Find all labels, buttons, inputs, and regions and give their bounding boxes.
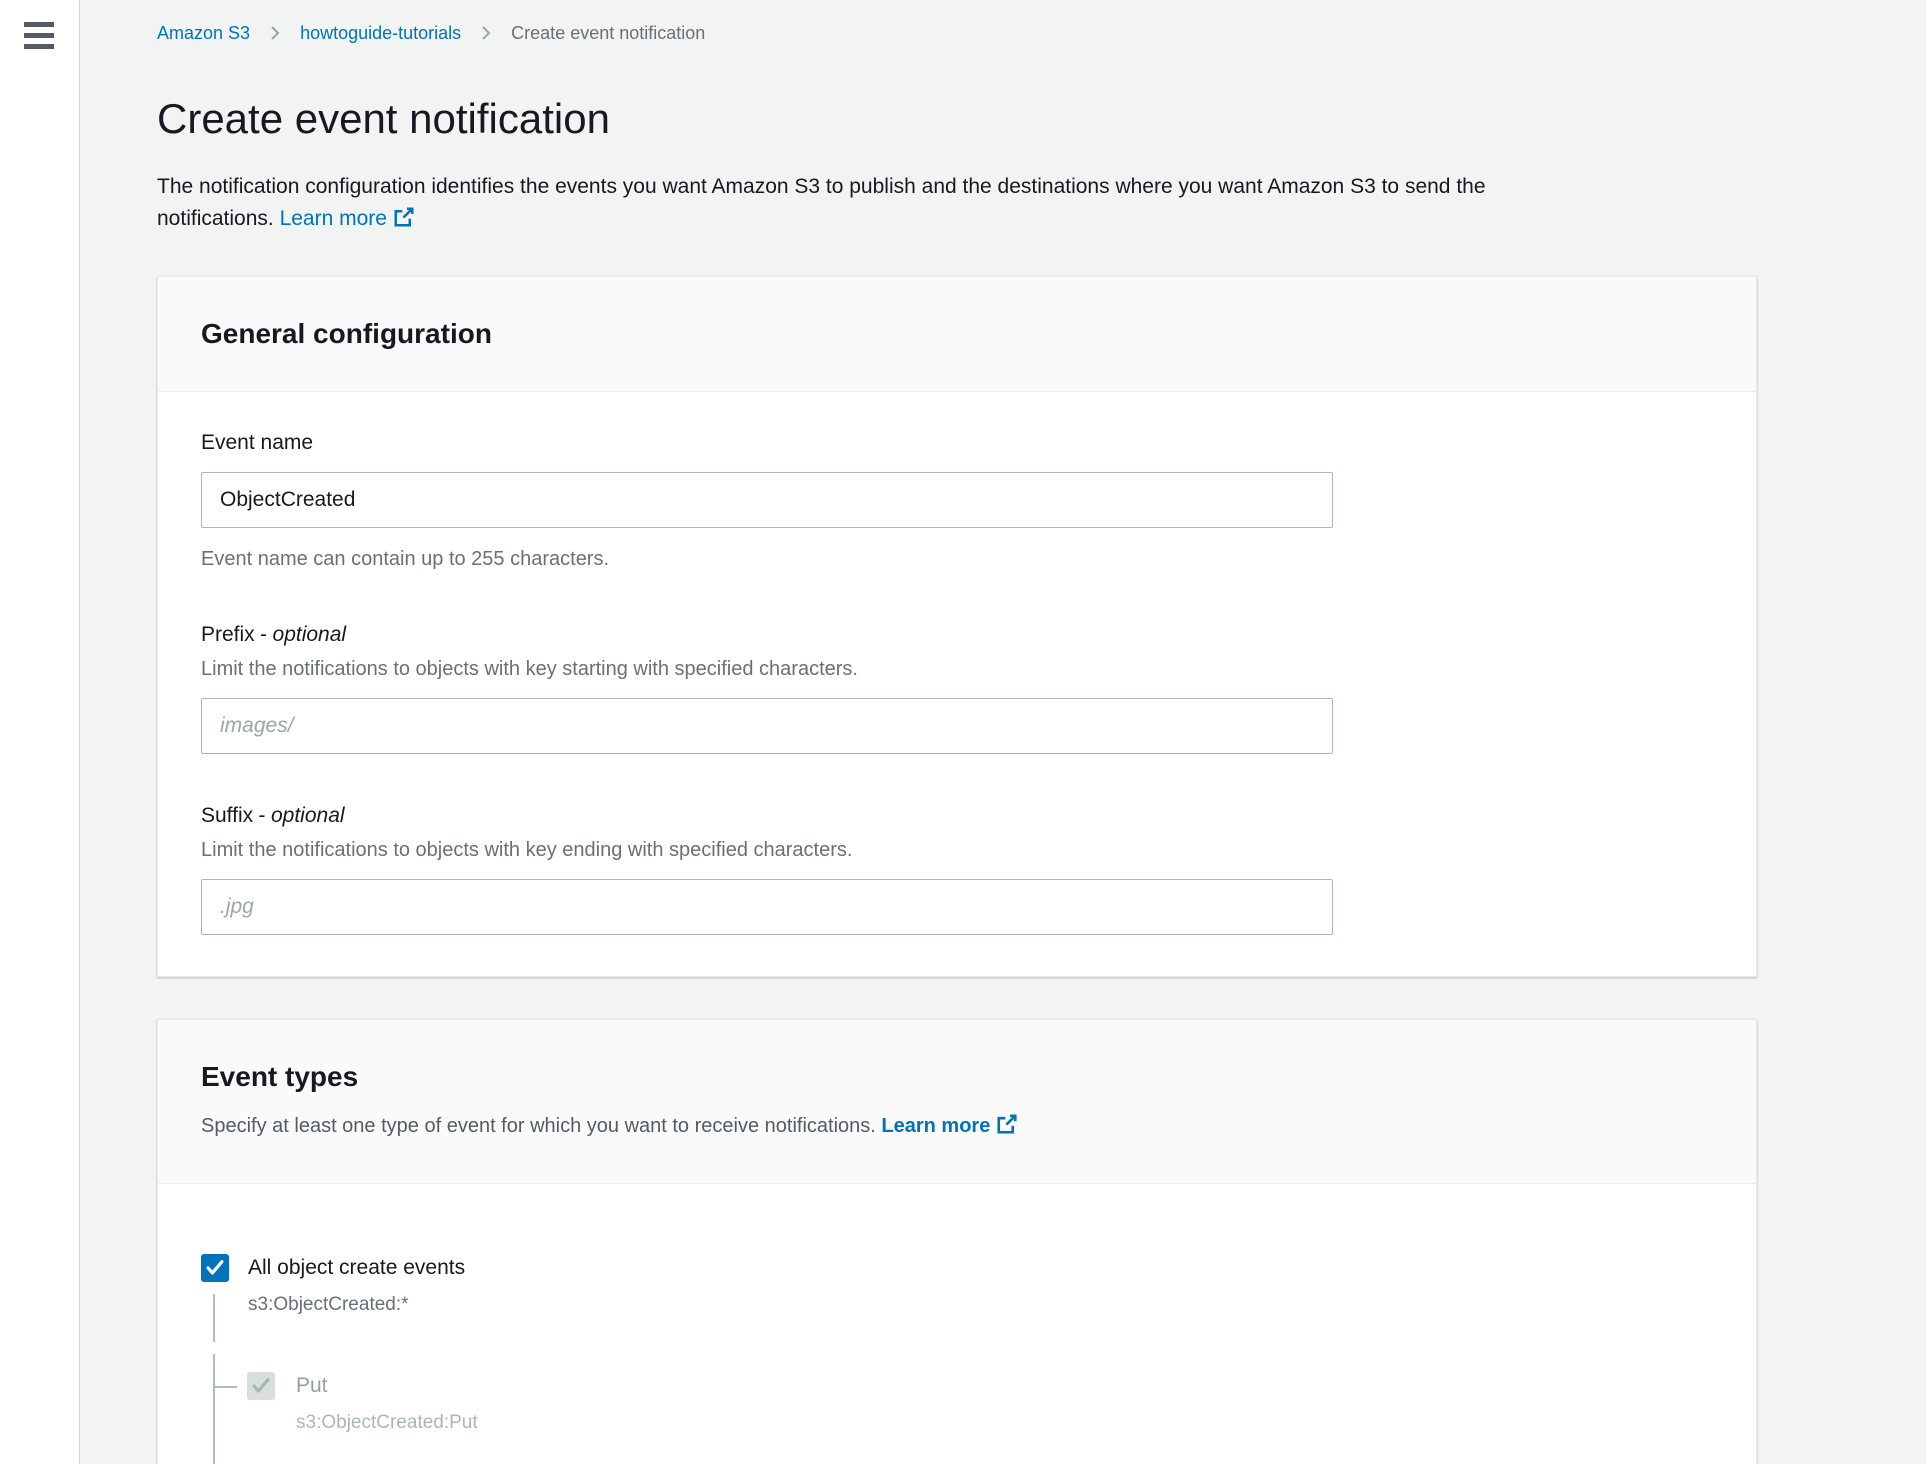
general-configuration-body: Event name Event name can contain up to … xyxy=(158,392,1756,976)
prefix-label-text: Prefix xyxy=(201,623,255,646)
general-configuration-header: General configuration xyxy=(158,277,1756,392)
hamburger-icon xyxy=(24,22,54,27)
event-types-description-text: Specify at least one type of event for w… xyxy=(201,1115,876,1137)
all-object-create-events-code: s3:ObjectCreated:* xyxy=(248,1292,409,1318)
event-types-panel: Event types Specify at least one type of… xyxy=(157,1019,1757,1464)
suffix-description: Limit the notifications to objects with … xyxy=(201,836,1713,864)
collapsed-sidebar xyxy=(0,0,80,1464)
hamburger-icon xyxy=(24,33,54,38)
tree-connector-line xyxy=(213,1294,215,1342)
main-content: Amazon S3 howtoguide-tutorials Create ev… xyxy=(80,0,1926,1464)
event-types-title: Event types xyxy=(201,1057,1713,1097)
event-name-helper: Event name can contain up to 255 charact… xyxy=(201,545,1713,573)
suffix-label: Suffix- optional xyxy=(201,802,1713,830)
prefix-label: Prefix- optional xyxy=(201,621,1713,649)
all-object-create-events-label: All object create events xyxy=(248,1254,465,1282)
breadcrumb-link-amazon-s3[interactable]: Amazon S3 xyxy=(157,23,250,43)
external-link-icon xyxy=(996,1113,1018,1135)
event-types-header: Event types Specify at least one type of… xyxy=(158,1020,1756,1184)
suffix-optional-text: - optional xyxy=(258,804,344,827)
chevron-right-icon xyxy=(476,23,496,43)
prefix-field: Prefix- optional Limit the notifications… xyxy=(201,621,1713,754)
tree-connector-line xyxy=(215,1386,237,1388)
page-description: The notification configuration identifie… xyxy=(157,171,1497,235)
menu-button[interactable] xyxy=(24,22,54,49)
event-types-learn-more-label: Learn more xyxy=(881,1115,990,1137)
event-name-label: Event name xyxy=(201,429,1713,457)
checkmark-icon xyxy=(205,1259,225,1277)
breadcrumb: Amazon S3 howtoguide-tutorials Create ev… xyxy=(157,0,1926,43)
suffix-input[interactable] xyxy=(201,879,1333,935)
prefix-input[interactable] xyxy=(201,698,1333,754)
prefix-optional-text: - optional xyxy=(260,623,346,646)
page-title: Create event notification xyxy=(157,93,1926,145)
suffix-field: Suffix- optional Limit the notifications… xyxy=(201,802,1713,935)
put-checkbox-disabled xyxy=(247,1372,275,1400)
event-name-input[interactable] xyxy=(201,472,1333,528)
external-link-icon xyxy=(393,206,415,228)
breadcrumb-link-bucket[interactable]: howtoguide-tutorials xyxy=(300,23,461,43)
general-configuration-title: General configuration xyxy=(201,314,1713,354)
breadcrumb-current-page: Create event notification xyxy=(511,23,705,43)
event-name-field: Event name Event name can contain up to … xyxy=(201,429,1713,573)
learn-more-label: Learn more xyxy=(280,207,387,230)
hamburger-icon xyxy=(24,44,54,49)
event-types-description: Specify at least one type of event for w… xyxy=(201,1111,1713,1141)
event-types-learn-more-link[interactable]: Learn more xyxy=(881,1115,1018,1137)
put-code: s3:ObjectCreated:Put xyxy=(296,1410,478,1436)
s3-create-event-notification-page: Amazon S3 howtoguide-tutorials Create ev… xyxy=(0,0,1926,1464)
put-label: Put xyxy=(296,1372,328,1400)
suffix-label-text: Suffix xyxy=(201,804,253,827)
chevron-right-icon xyxy=(265,23,285,43)
checkmark-icon xyxy=(251,1377,271,1395)
learn-more-link[interactable]: Learn more xyxy=(280,207,415,230)
general-configuration-panel: General configuration Event name Event n… xyxy=(157,276,1757,977)
event-types-body: All object create events s3:ObjectCreate… xyxy=(158,1184,1756,1464)
tree-connector-line xyxy=(213,1354,215,1464)
all-object-create-events-checkbox[interactable] xyxy=(201,1254,229,1282)
prefix-description: Limit the notifications to objects with … xyxy=(201,655,1713,683)
